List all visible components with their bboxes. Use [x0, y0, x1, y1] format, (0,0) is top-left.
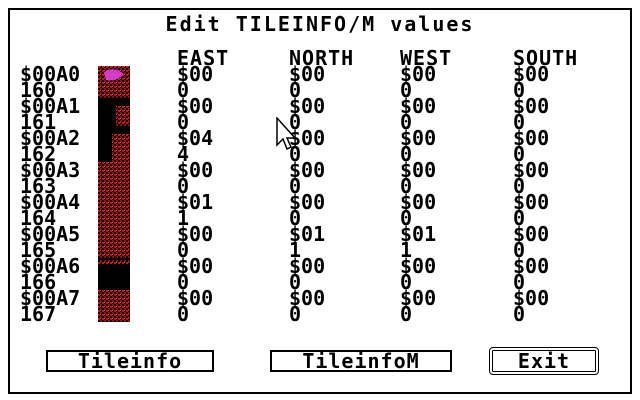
tileinfo-button[interactable]: Tileinfo	[46, 350, 214, 372]
south-dec-value: 0	[513, 302, 526, 326]
east-dec-value: 0	[177, 302, 190, 326]
dialog-title: Edit TILEINFO/M values	[165, 12, 475, 36]
tile-a4	[98, 194, 130, 226]
tile-graphics	[98, 66, 130, 322]
west-dec-value: 0	[400, 302, 413, 326]
tile-a3	[98, 162, 130, 194]
tile-dec-label: 167	[20, 302, 57, 326]
tile-a7	[98, 290, 130, 322]
mouse-pointer-icon	[276, 117, 296, 151]
tileinfom-button[interactable]: TileinfoM	[270, 350, 452, 372]
exit-button[interactable]: Exit	[489, 347, 599, 375]
dialog-window: Edit TILEINFO/M values EAST NORTH WEST S…	[0, 0, 640, 400]
tile-strip	[98, 66, 130, 322]
tile-a5	[98, 226, 130, 258]
north-dec-value: 0	[289, 302, 302, 326]
